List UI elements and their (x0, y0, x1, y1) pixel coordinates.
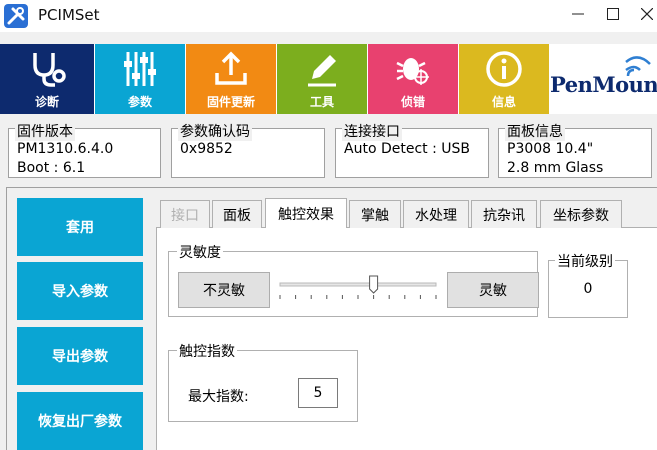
sliders-icon (124, 52, 156, 86)
panel-glass-value: 2.8 mm Glass (507, 160, 604, 176)
panel-model-value: P3008 10.4" (507, 141, 594, 157)
import-params-button[interactable]: 导入参数 (17, 262, 143, 320)
info-icon (486, 51, 522, 87)
slider-track[interactable] (279, 282, 437, 287)
minimize-button[interactable] (558, 0, 598, 30)
toolbar-firmware-button[interactable]: 固件更新 (186, 44, 277, 114)
close-icon (641, 8, 653, 20)
factory-reset-button[interactable]: 恢复出厂参数 (17, 392, 143, 450)
tab-touch-effect[interactable]: 触控效果 (265, 198, 347, 228)
toolbar-info-label: 信息 (491, 95, 516, 109)
boot-version-value: Boot : 6.1 (17, 160, 86, 176)
toolbar-debug-label: 侦错 (400, 95, 425, 109)
tab-panel[interactable]: 面板 (212, 200, 262, 228)
more-sensitive-button[interactable]: 灵敏 (447, 272, 539, 308)
export-params-button[interactable]: 导出参数 (17, 327, 143, 385)
tab-water[interactable]: 水处理 (403, 200, 469, 228)
toolbar-diagnose-label: 诊断 (34, 95, 59, 109)
pencil-icon (308, 55, 336, 87)
toolbar-info-button[interactable]: 信息 (459, 44, 550, 114)
wifi-signal-icon (625, 56, 651, 77)
toolbar-params-button[interactable]: 参数 (95, 44, 186, 114)
param-code-value: 0x9852 (180, 141, 233, 157)
window-title: PCIMSet (38, 6, 100, 24)
firmware-version-box: 固件版本 PM1310.6.4.0 Boot : 6.1 (8, 121, 161, 178)
param-code-caption: 参数确认码 (178, 121, 252, 141)
panel-info-caption: 面板信息 (505, 121, 565, 141)
toolbar-tools-label: 工具 (309, 95, 334, 109)
current-level-caption: 当前级别 (555, 251, 615, 271)
touch-index-caption: 触控指数 (177, 341, 237, 361)
upload-icon (215, 51, 247, 85)
panel-info-box: 面板信息 P3008 10.4" 2.8 mm Glass (498, 121, 652, 178)
title-bar: PCIMSet (0, 0, 657, 32)
interface-caption: 连接接口 (342, 121, 402, 141)
sensitivity-slider[interactable] (276, 274, 440, 304)
slider-thumb[interactable] (369, 275, 379, 294)
minimize-icon (572, 13, 584, 15)
bug-icon (396, 58, 429, 85)
apply-button[interactable]: 套用 (17, 198, 143, 256)
max-index-input[interactable]: 5 (298, 378, 338, 408)
less-sensitive-button[interactable]: 不灵敏 (178, 272, 270, 308)
app-icon (4, 4, 28, 28)
interface-box: 连接接口 Auto Detect : USB (335, 121, 489, 178)
toolbar-debug-button[interactable]: 侦错 (368, 44, 459, 114)
tab-interface[interactable]: 接口 (160, 200, 210, 228)
current-level-value: 0 (583, 281, 593, 297)
firmware-version-caption: 固件版本 (15, 121, 75, 141)
sensitivity-caption: 灵敏度 (177, 242, 223, 262)
max-index-label: 最大指数: (188, 389, 249, 405)
toolbar-params-label: 参数 (127, 95, 152, 109)
stethoscope-icon (33, 53, 66, 87)
tab-noise[interactable]: 抗杂讯 (471, 200, 537, 228)
main-toolbar: 诊断 参数 固件更新 工具 侦错 信息 PenMount (0, 44, 657, 114)
maximize-icon (607, 8, 619, 20)
param-code-box: 参数确认码 0x9852 (171, 121, 325, 178)
toolbar-tools-button[interactable]: 工具 (277, 44, 368, 114)
toolbar-firmware-label: 固件更新 (206, 95, 255, 109)
current-level-group: 当前级别 0 (548, 251, 628, 318)
close-button[interactable] (627, 0, 657, 30)
toolbar-diagnose-button[interactable]: 诊断 (0, 44, 95, 114)
interface-value: Auto Detect : USB (344, 141, 470, 157)
tab-palm[interactable]: 掌触 (349, 200, 401, 228)
firmware-version-value: PM1310.6.4.0 (17, 141, 114, 157)
tab-coordinates[interactable]: 坐标参数 (540, 200, 622, 228)
penmount-logo: PenMount (550, 44, 657, 114)
